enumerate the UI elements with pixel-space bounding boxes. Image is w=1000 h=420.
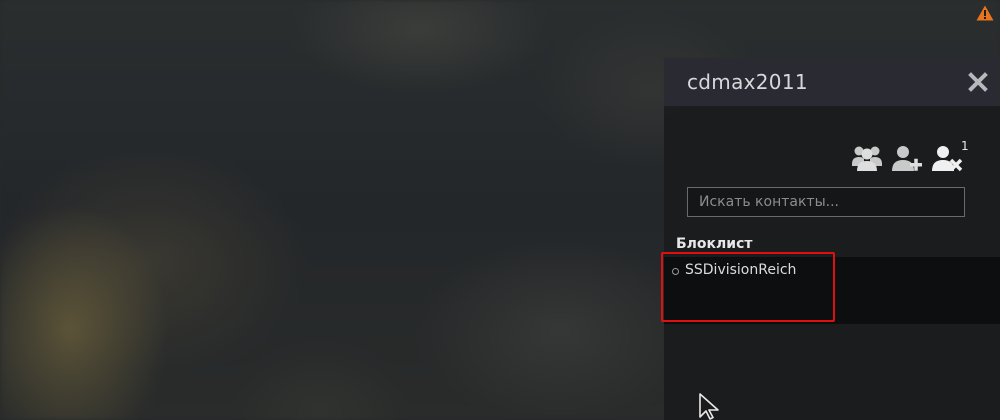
username-title: cdmax2011 — [687, 70, 808, 94]
blocklist-heading: Блоклист — [676, 236, 753, 252]
warning-icon — [976, 5, 994, 21]
mouse-cursor-icon — [699, 393, 719, 420]
highlight-annotation — [661, 252, 835, 322]
game-screen: cdmax2011 1 Блоклист — [0, 0, 1000, 420]
panel-header: cdmax2011 — [664, 58, 1000, 106]
friends-panel: cdmax2011 1 Блоклист — [664, 58, 1000, 420]
search-contacts-input[interactable] — [687, 187, 965, 217]
friends-group-icon[interactable] — [852, 144, 882, 172]
blocked-count-badge: 1 — [961, 139, 969, 153]
add-friend-icon[interactable] — [892, 144, 922, 172]
blocked-user-icon[interactable] — [932, 144, 964, 172]
close-icon[interactable] — [968, 72, 988, 92]
